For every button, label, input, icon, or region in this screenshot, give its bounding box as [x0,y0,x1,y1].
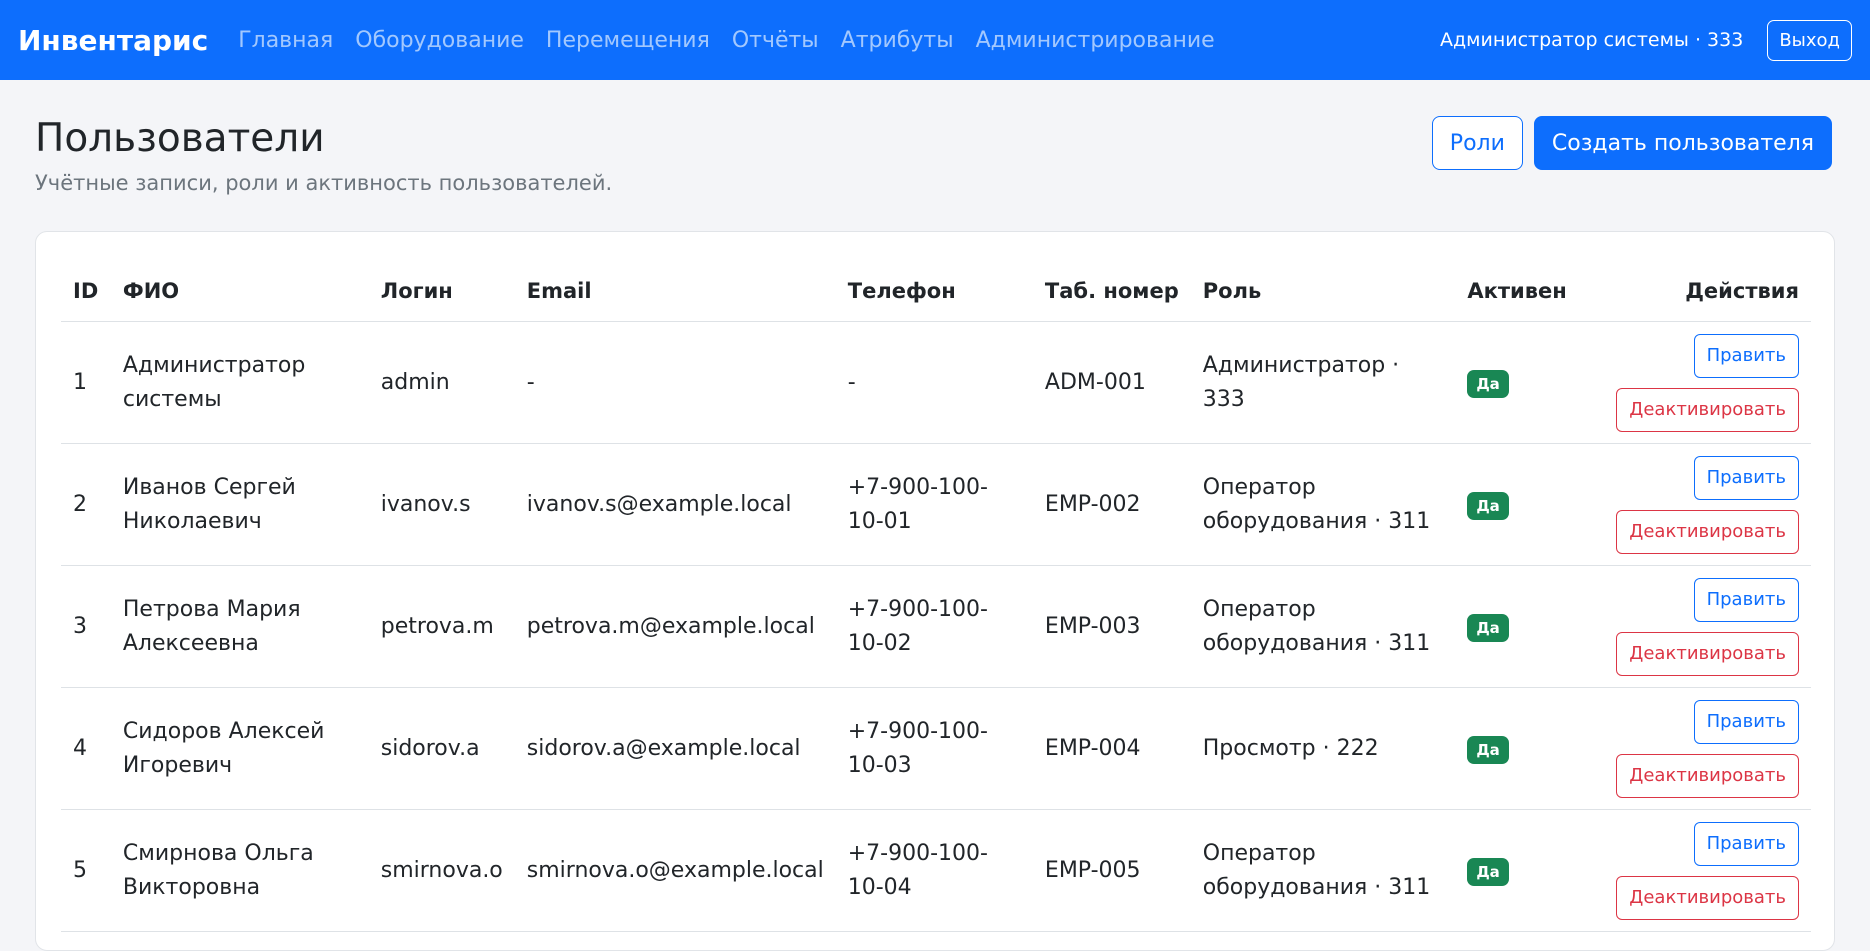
cell-actions: Править Деактивировать [1604,443,1811,566]
table-row: 2 Иванов Сергей Николаевич ivanov.s ivan… [61,443,1811,566]
cell-tab-number: EMP-003 [1032,565,1191,688]
header-actions: Роли Создать пользователя [1431,116,1832,170]
cell-actions: Править Деактивировать [1604,809,1811,932]
cell-login: ivanov.s [368,443,515,566]
deactivate-button[interactable]: Деактивировать [1616,509,1799,554]
brand-logo[interactable]: Инвентарис [18,24,208,57]
edit-button[interactable]: Править [1693,333,1799,378]
cell-tab-number: EMP-002 [1032,443,1191,566]
deactivate-button[interactable]: Деактивировать [1616,753,1799,798]
cell-active: Да [1455,687,1605,810]
cell-tab-number: ADM-001 [1032,321,1191,444]
edit-button[interactable]: Править [1693,577,1799,622]
active-badge: Да [1467,613,1509,642]
cell-role: Оператор оборудования · 311 [1190,443,1456,566]
cell-actions: Править Деактивировать [1604,321,1811,444]
nav-link-movements[interactable]: Перемещения [546,28,710,53]
header-login: Логин [368,260,515,322]
cell-active: Да [1455,443,1605,566]
cell-email: petrova.m@example.local [514,565,836,688]
cell-role: Просмотр · 222 [1190,687,1456,810]
nav-link-administration[interactable]: Администрирование [976,28,1215,53]
top-navbar: Инвентарис Главная Оборудование Перемеще… [0,0,1870,80]
nav-link-home[interactable]: Главная [238,28,333,53]
deactivate-button[interactable]: Деактивировать [1616,631,1799,676]
users-table: ID ФИО Логин Email Телефон Таб. номер Ро… [61,260,1811,932]
deactivate-button[interactable]: Деактивировать [1616,387,1799,432]
page-title: Пользователи [35,116,325,161]
cell-id: 2 [61,443,111,566]
cell-phone: +7-900-100-10-02 [835,565,1033,688]
edit-button[interactable]: Править [1693,699,1799,744]
cell-login: sidorov.a [368,687,515,810]
cell-email: sidorov.a@example.local [514,687,836,810]
cell-fio: Смирнова Ольга Викторовна [110,809,369,932]
nav-link-equipment[interactable]: Оборудование [355,28,524,53]
header-phone: Телефон [835,260,1033,322]
users-card: ID ФИО Логин Email Телефон Таб. номер Ро… [35,231,1835,951]
table-row: 3 Петрова Мария Алексеевна petrova.m pet… [61,565,1811,688]
cell-actions: Править Деактивировать [1604,565,1811,688]
cell-active: Да [1455,321,1605,444]
cell-tab-number: EMP-005 [1032,809,1191,932]
cell-active: Да [1455,809,1605,932]
cell-id: 1 [61,321,111,444]
cell-fio: Иванов Сергей Николаевич [110,443,369,566]
nav-link-reports[interactable]: Отчёты [732,28,819,53]
cell-fio: Петрова Мария Алексеевна [110,565,369,688]
active-badge: Да [1467,857,1509,886]
cell-email: ivanov.s@example.local [514,443,836,566]
header-role: Роль [1190,260,1456,322]
deactivate-button[interactable]: Деактивировать [1616,875,1799,920]
header-tab-number: Таб. номер [1032,260,1191,322]
cell-id: 5 [61,809,111,932]
table-row: 4 Сидоров Алексей Игоревич sidorov.a sid… [61,687,1811,810]
cell-login: smirnova.o [368,809,515,932]
current-user-name: Администратор системы · 333 [1440,29,1744,51]
page-subtitle: Учётные записи, роли и активность пользо… [35,170,613,195]
table-header-row: ID ФИО Логин Email Телефон Таб. номер Ро… [61,260,1811,322]
cell-actions: Править Деактивировать [1604,687,1811,810]
cell-fio: Сидоров Алексей Игоревич [110,687,369,810]
nav-link-attributes[interactable]: Атрибуты [841,28,954,53]
cell-phone: +7-900-100-10-03 [835,687,1033,810]
roles-button[interactable]: Роли [1431,116,1523,170]
cell-role: Оператор оборудования · 311 [1190,565,1456,688]
cell-login: admin [368,321,515,444]
cell-phone: +7-900-100-10-01 [835,443,1033,566]
header-active: Активен [1455,260,1605,322]
cell-active: Да [1455,565,1605,688]
page-header: Пользователи Учётные записи, роли и акти… [0,80,1870,248]
table-row: 5 Смирнова Ольга Викторовна smirnova.o s… [61,809,1811,932]
edit-button[interactable]: Править [1693,455,1799,500]
cell-id: 3 [61,565,111,688]
table-row: 1 Администратор системы admin - - ADM-00… [61,321,1811,444]
cell-role: Оператор оборудования · 311 [1190,809,1456,932]
cell-tab-number: EMP-004 [1032,687,1191,810]
nav-links: Главная Оборудование Перемещения Отчёты … [238,28,1440,53]
header-fio: ФИО [110,260,369,322]
active-badge: Да [1467,369,1509,398]
create-user-button[interactable]: Создать пользователя [1533,116,1832,170]
cell-role: Администратор · 333 [1190,321,1456,444]
page-heading: Пользователи Учётные записи, роли и акти… [35,116,612,195]
cell-fio: Администратор системы [110,321,369,444]
edit-button[interactable]: Править [1693,821,1799,866]
cell-phone: - [835,321,1033,444]
header-actions: Действия [1604,260,1811,322]
cell-email: - [514,321,836,444]
active-badge: Да [1467,735,1509,764]
header-id: ID [61,260,111,322]
cell-email: smirnova.o@example.local [514,809,836,932]
header-email: Email [514,260,836,322]
user-area: Администратор системы · 333 Выход [1440,19,1852,61]
logout-button[interactable]: Выход [1767,19,1852,61]
active-badge: Да [1467,491,1509,520]
cell-id: 4 [61,687,111,810]
cell-login: petrova.m [368,565,515,688]
cell-phone: +7-900-100-10-04 [835,809,1033,932]
